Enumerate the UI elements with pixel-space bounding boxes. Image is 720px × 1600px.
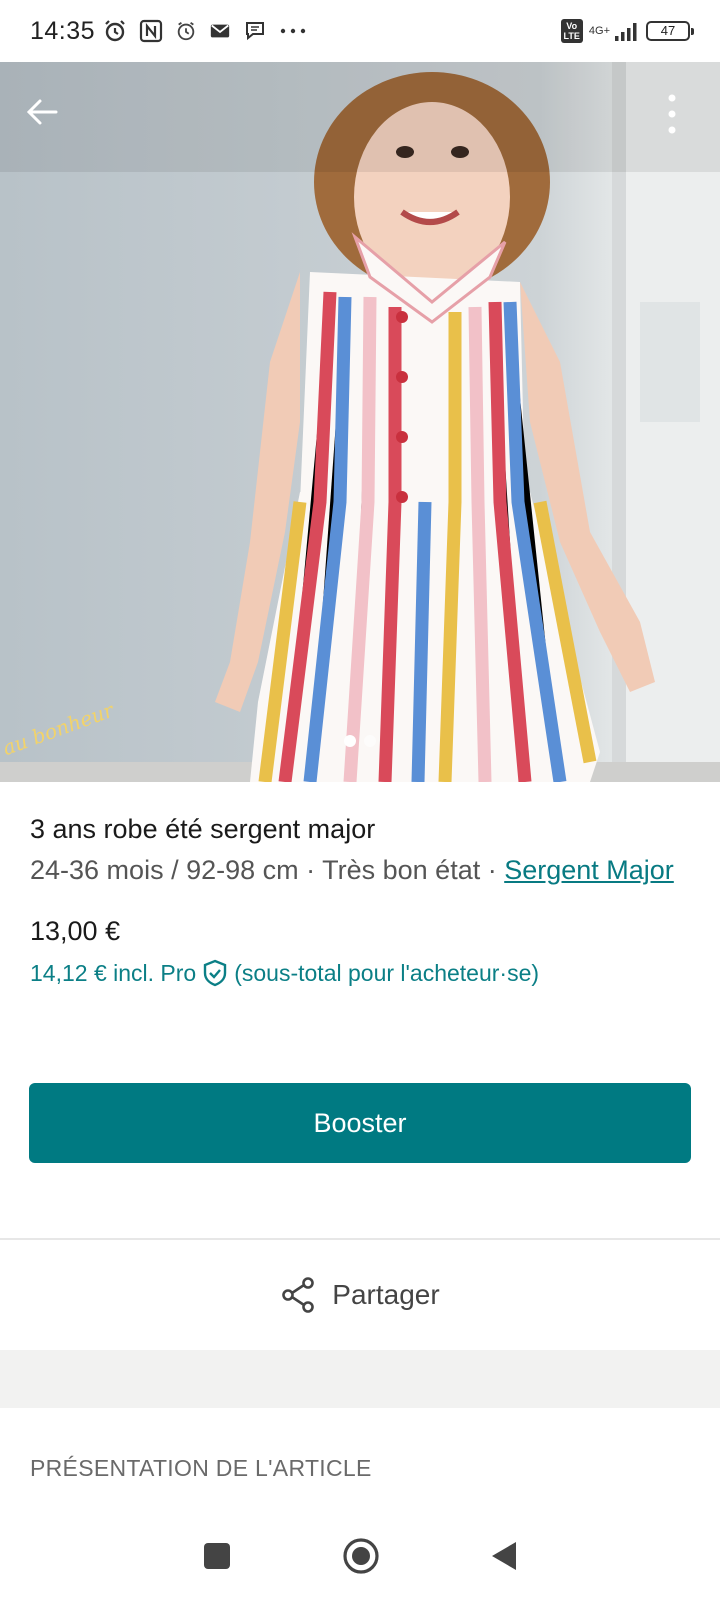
nfc-icon	[139, 19, 163, 43]
item-size-condition-text: 24-36 mois / 92-98 cm · Très bon état ·	[30, 855, 505, 885]
share-button[interactable]: Partager	[0, 1240, 720, 1350]
child-figure	[215, 72, 655, 782]
shield-check-icon[interactable]	[202, 959, 228, 987]
item-photo	[0, 62, 720, 782]
battery-icon: 47	[646, 21, 694, 41]
alarm-icon	[105, 20, 125, 42]
back-icon[interactable]	[490, 1540, 518, 1572]
item-size-condition: 24-36 mois / 92-98 cm · Très bon état · …	[30, 850, 690, 890]
mail-icon	[210, 24, 230, 38]
status-time: 14:35	[30, 16, 96, 45]
status-bar: 14:35 Vo LTE 4G+ 47	[0, 0, 720, 62]
back-arrow-icon[interactable]	[22, 92, 62, 132]
chat-icon	[246, 22, 265, 41]
price-with-protection[interactable]: 14,12 € incl. Pro (sous-total pour l'ach…	[30, 959, 690, 987]
carousel-dot-1[interactable]	[344, 735, 356, 747]
status-icons-left	[103, 19, 307, 43]
signal-icon	[615, 23, 637, 41]
carousel-page-indicator	[0, 735, 720, 747]
item-photo-carousel[interactable]: au bonheur	[0, 62, 720, 782]
item-title: 3 ans robe été sergent major	[30, 814, 376, 844]
hero-top-shade	[0, 62, 720, 172]
more-dots-icon	[280, 28, 306, 34]
booster-button[interactable]: Booster	[29, 1083, 691, 1163]
section-separator	[0, 1350, 720, 1408]
price-pro-text: 14,12 € incl. Pro	[30, 959, 197, 986]
share-icon	[282, 1277, 315, 1313]
brand-link[interactable]: Sergent Major	[504, 855, 674, 885]
alarm-clock-icon	[177, 21, 195, 41]
presentation-section-header: PRÉSENTATION DE L'ARTICLE	[30, 1455, 372, 1481]
recent-apps-icon[interactable]	[202, 1541, 232, 1571]
more-vertical-icon[interactable]	[664, 92, 680, 136]
carousel-dot-2[interactable]	[364, 735, 376, 747]
item-details: 3 ans robe été sergent major 24-36 mois …	[30, 812, 690, 987]
home-icon[interactable]	[342, 1537, 380, 1575]
item-price: 13,00 €	[30, 916, 121, 946]
status-icons-right: Vo LTE 4G+ 47	[560, 19, 694, 43]
system-navigation-bar	[0, 1512, 720, 1600]
network-type: 4G+	[588, 24, 610, 37]
volte-icon: Vo LTE	[560, 19, 583, 43]
share-label: Partager	[332, 1279, 440, 1310]
price-pro-note: (sous-total pour l'acheteur·se)	[234, 959, 540, 986]
